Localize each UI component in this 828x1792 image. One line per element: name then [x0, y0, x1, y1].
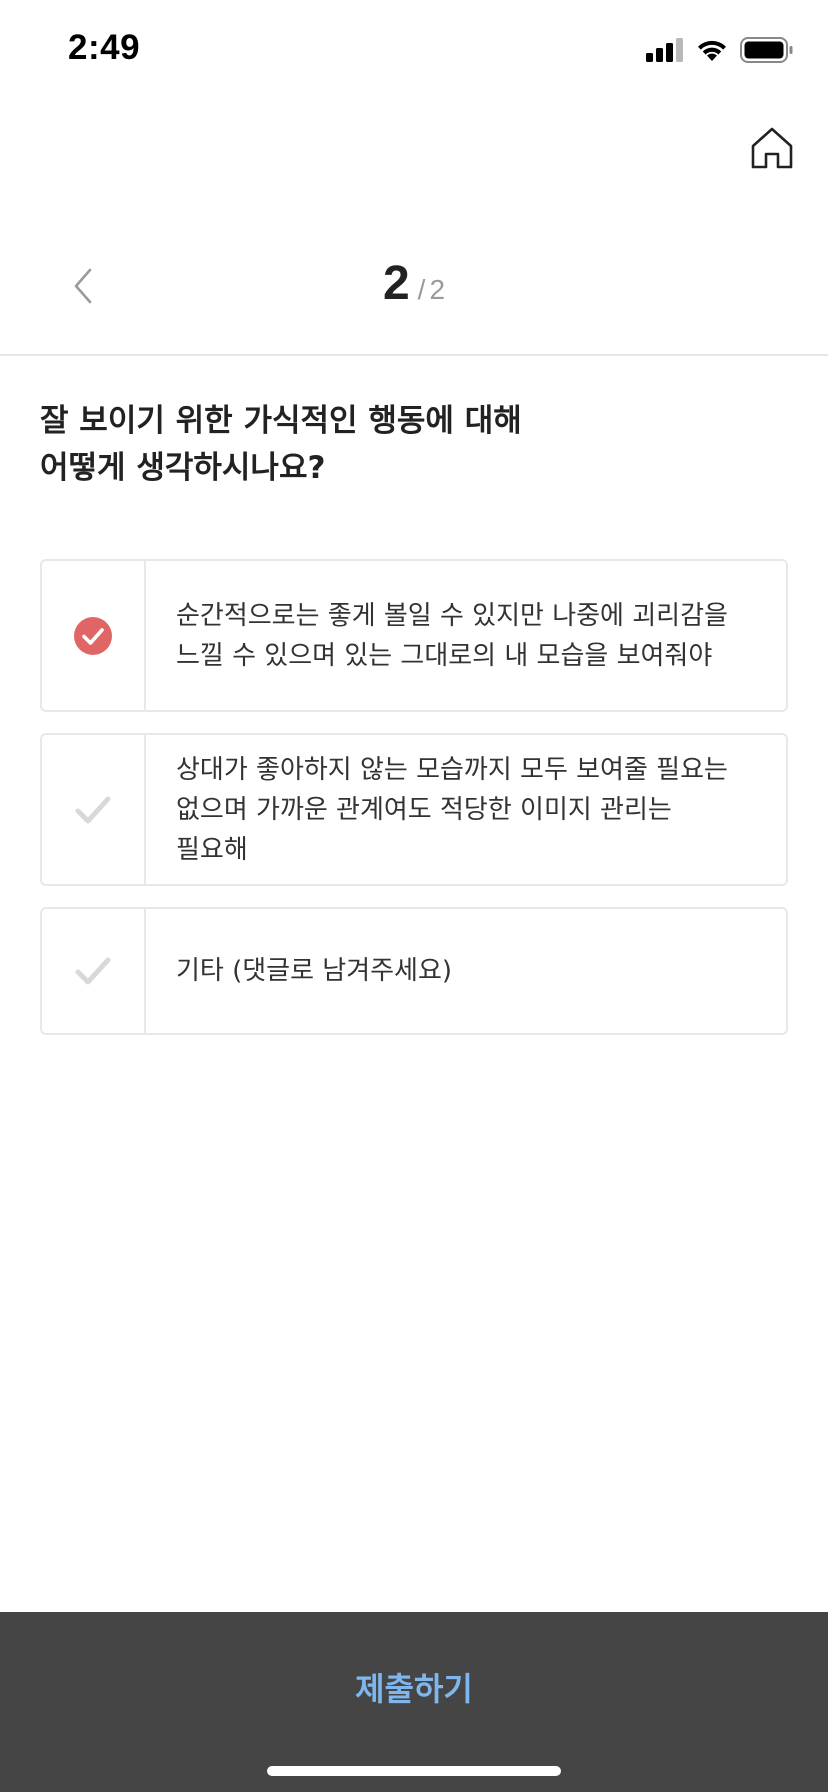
survey-screen: 2:49 2 / 2 잘 보이기 위한 가식적인 행동에 대해 어떻게 생각하시… [0, 0, 828, 1792]
option-label: 순간적으로는 좋게 볼일 수 있지만 나중에 괴리감을 느낄 수 있으며 있는 … [176, 600, 728, 671]
option-label: 기타 (댓글로 남겨주세요) [176, 956, 453, 986]
answer-option-2[interactable]: 상대가 좋아하지 않는 모습까지 모두 보여줄 필요는 없으며 가까운 관계여도… [40, 733, 788, 886]
home-icon [751, 127, 793, 169]
check-icon [75, 957, 111, 985]
cellular-signal-icon [646, 38, 683, 62]
option-check-cell [42, 735, 146, 884]
home-indicator[interactable] [267, 1766, 561, 1776]
status-icons [646, 36, 794, 64]
option-check-cell [42, 909, 146, 1033]
status-time: 2:49 [68, 28, 141, 67]
battery-icon [740, 37, 793, 63]
submit-label: 제출하기 [355, 1670, 473, 1708]
home-button[interactable] [749, 126, 795, 170]
page-progress: 2/2 [0, 256, 828, 311]
question-title: 잘 보이기 위한 가식적인 행동에 대해 어떻게 생각하시나요? [40, 403, 522, 486]
check-icon [75, 796, 111, 823]
header-divider [0, 354, 828, 356]
wifi-icon [698, 40, 726, 61]
status-bar: 2:49 [0, 0, 828, 100]
progress-current: 2 [382, 257, 410, 310]
option-check-cell [42, 561, 146, 710]
answer-option-1[interactable]: 순간적으로는 좋게 볼일 수 있지만 나중에 괴리감을 느낄 수 있으며 있는 … [40, 559, 788, 712]
progress-separator: / [417, 274, 426, 305]
answer-option-3[interactable]: 기타 (댓글로 남겨주세요) [40, 907, 788, 1035]
progress-total: 2 [429, 274, 446, 305]
option-label: 상대가 좋아하지 않는 모습까지 모두 보여줄 필요는 없으며 가까운 관계여도… [176, 754, 728, 865]
submit-button[interactable]: 제출하기 [0, 1612, 828, 1792]
checked-circle-icon [74, 616, 112, 655]
